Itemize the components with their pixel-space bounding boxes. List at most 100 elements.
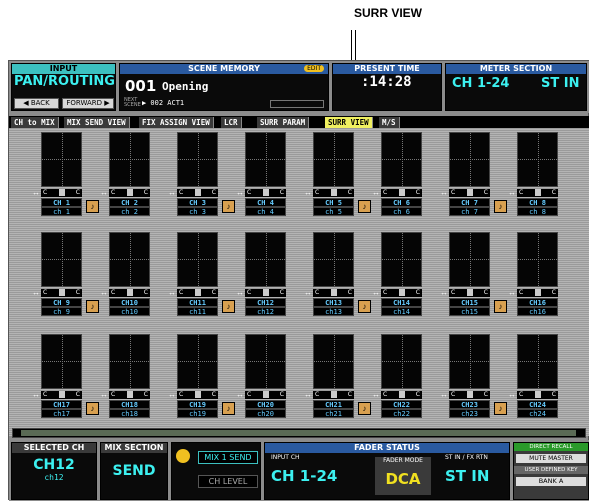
channel-name[interactable]: CH12: [245, 298, 286, 307]
channel-name[interactable]: CH18: [109, 400, 150, 409]
surround-pan-pad[interactable]: [449, 334, 490, 389]
horizontal-scrollbar[interactable]: [12, 428, 586, 438]
back-button[interactable]: ◀ BACK: [14, 98, 59, 109]
channel-name[interactable]: CH17: [41, 400, 82, 409]
channel-name[interactable]: CH 7: [449, 198, 490, 207]
stereo-link-icon[interactable]: ♪: [358, 402, 371, 415]
tab-surr-param[interactable]: SURR PARAM: [257, 117, 310, 128]
lcr-indicator[interactable]: CC: [381, 189, 422, 197]
encoder-mode-panel[interactable]: MIX 1 SEND CH LEVEL: [171, 442, 261, 500]
input-function-panel[interactable]: INPUT PAN/ROUTING ◀ BACK FORWARD ▶: [11, 63, 116, 111]
direct-recall-label[interactable]: DIRECT RECALL: [514, 443, 588, 451]
fader-status-panel[interactable]: FADER STATUS INPUT CH CH 1-24 FADER MODE…: [264, 442, 510, 500]
lcr-indicator[interactable]: CC: [177, 391, 218, 399]
stereo-link-icon[interactable]: ♪: [494, 402, 507, 415]
lcr-indicator[interactable]: CC: [41, 189, 82, 197]
lcr-indicator[interactable]: CC: [109, 189, 150, 197]
channel-name[interactable]: CH15: [449, 298, 490, 307]
lcr-indicator[interactable]: CC: [177, 189, 218, 197]
lcr-indicator[interactable]: CC: [41, 289, 82, 297]
surround-pan-pad[interactable]: [109, 334, 150, 389]
lcr-indicator[interactable]: CC: [109, 289, 150, 297]
channel-name[interactable]: CH23: [449, 400, 490, 409]
surround-pan-pad[interactable]: [245, 132, 286, 187]
channel-name[interactable]: CH21: [313, 400, 354, 409]
lcr-indicator[interactable]: CC: [313, 289, 354, 297]
input-ch-value[interactable]: CH 1-24: [271, 467, 337, 485]
lcr-indicator[interactable]: CC: [517, 391, 558, 399]
surround-pan-pad[interactable]: [109, 132, 150, 187]
stereo-link-icon[interactable]: ♪: [86, 300, 99, 313]
surround-pan-pad[interactable]: [381, 132, 422, 187]
surround-pan-pad[interactable]: [177, 334, 218, 389]
surround-pan-pad[interactable]: [313, 132, 354, 187]
ch-level-button[interactable]: CH LEVEL: [198, 475, 258, 488]
lcr-indicator[interactable]: CC: [449, 189, 490, 197]
lcr-indicator[interactable]: CC: [313, 189, 354, 197]
channel-name[interactable]: CH10: [109, 298, 150, 307]
surround-pan-pad[interactable]: [517, 232, 558, 287]
mute-master-button[interactable]: MUTE MASTER: [516, 454, 586, 463]
channel-name[interactable]: CH16: [517, 298, 558, 307]
lcr-indicator[interactable]: CC: [449, 391, 490, 399]
channel-name[interactable]: CH 3: [177, 198, 218, 207]
channel-name[interactable]: CH 1: [41, 198, 82, 207]
stereo-link-icon[interactable]: ♪: [358, 200, 371, 213]
surround-pan-pad[interactable]: [381, 334, 422, 389]
lcr-indicator[interactable]: CC: [245, 189, 286, 197]
channel-name[interactable]: CH 9: [41, 298, 82, 307]
selected-ch-panel[interactable]: SELECTED CH CH12 ch12: [11, 442, 97, 500]
channel-name[interactable]: CH14: [381, 298, 422, 307]
tab-mix-send-view[interactable]: MIX SEND VIEW: [64, 117, 130, 128]
channel-name[interactable]: CH 8: [517, 198, 558, 207]
channel-name[interactable]: CH 5: [313, 198, 354, 207]
meter-ch-button[interactable]: CH 1-24: [452, 76, 509, 91]
bank-button[interactable]: BANK A: [516, 477, 586, 486]
surround-pan-pad[interactable]: [449, 132, 490, 187]
lcr-indicator[interactable]: CC: [381, 391, 422, 399]
surround-pan-pad[interactable]: [109, 232, 150, 287]
scrollbar-thumb[interactable]: [21, 430, 576, 436]
stin-value[interactable]: ST IN: [445, 467, 489, 485]
lcr-indicator[interactable]: CC: [245, 391, 286, 399]
stereo-link-icon[interactable]: ♪: [222, 402, 235, 415]
tab-m-s[interactable]: M/S: [379, 117, 400, 128]
stereo-link-icon[interactable]: ♪: [494, 200, 507, 213]
surround-pan-pad[interactable]: [517, 334, 558, 389]
channel-name[interactable]: CH24: [517, 400, 558, 409]
lcr-indicator[interactable]: CC: [517, 289, 558, 297]
lcr-indicator[interactable]: CC: [109, 391, 150, 399]
meter-section-panel[interactable]: METER SECTION CH 1-24 ST IN: [445, 63, 587, 111]
tab-lcr[interactable]: LCR: [221, 117, 242, 128]
stereo-link-icon[interactable]: ♪: [86, 402, 99, 415]
forward-button[interactable]: FORWARD ▶: [62, 98, 114, 109]
surround-pan-pad[interactable]: [517, 132, 558, 187]
user-key-panel[interactable]: DIRECT RECALL MUTE MASTER USER DEFINED K…: [513, 442, 589, 500]
tab-ch-to-mix[interactable]: CH to MIX: [11, 117, 59, 128]
tab-fix-assign-view[interactable]: FIX ASSIGN VIEW: [139, 117, 214, 128]
mix-section-panel[interactable]: MIX SECTION SEND: [100, 442, 168, 500]
channel-name[interactable]: CH 2: [109, 198, 150, 207]
surround-pan-pad[interactable]: [313, 334, 354, 389]
stereo-link-icon[interactable]: ♪: [222, 300, 235, 313]
stereo-link-icon[interactable]: ♪: [222, 200, 235, 213]
mix1-send-button[interactable]: MIX 1 SEND: [198, 451, 258, 464]
channel-name[interactable]: CH 6: [381, 198, 422, 207]
lcr-indicator[interactable]: CC: [449, 289, 490, 297]
lcr-indicator[interactable]: CC: [517, 189, 558, 197]
stereo-link-icon[interactable]: ♪: [494, 300, 507, 313]
channel-name[interactable]: CH13: [313, 298, 354, 307]
channel-name[interactable]: CH 4: [245, 198, 286, 207]
surround-pan-pad[interactable]: [41, 334, 82, 389]
surround-pan-pad[interactable]: [245, 334, 286, 389]
channel-name[interactable]: CH11: [177, 298, 218, 307]
surround-pan-pad[interactable]: [449, 232, 490, 287]
lcr-indicator[interactable]: CC: [177, 289, 218, 297]
meter-stin-button[interactable]: ST IN: [541, 76, 579, 91]
surround-pan-pad[interactable]: [41, 132, 82, 187]
lcr-indicator[interactable]: CC: [245, 289, 286, 297]
channel-name[interactable]: CH22: [381, 400, 422, 409]
stereo-link-icon[interactable]: ♪: [86, 200, 99, 213]
surround-pan-pad[interactable]: [381, 232, 422, 287]
scene-memory-panel[interactable]: SCENE MEMORY EDIT 001 Opening NEXT SCENE…: [119, 63, 329, 111]
